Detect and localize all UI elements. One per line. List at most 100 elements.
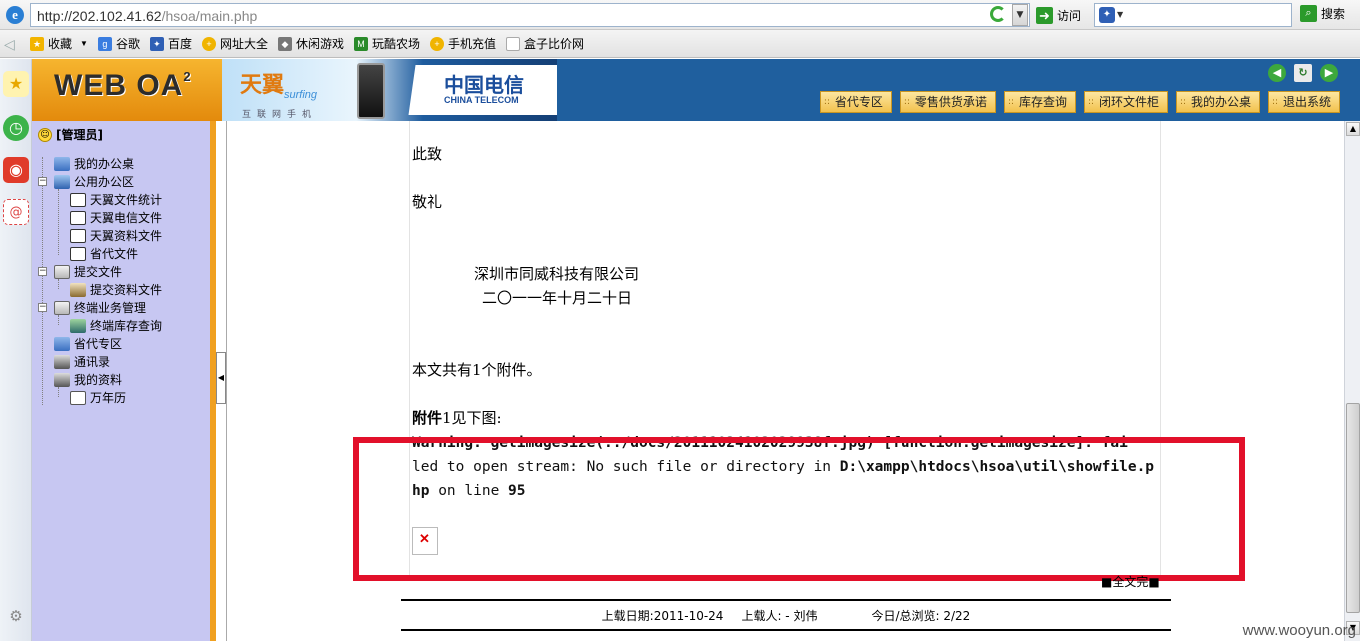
favorite-item[interactable]: + 手机充值	[430, 35, 496, 52]
menu-retail-supply[interactable]: 零售供货承诺	[899, 91, 996, 113]
farm-icon: M	[354, 36, 368, 51]
forward-arrow-icon[interactable]: ▶	[1320, 64, 1338, 82]
phone-icon: +	[430, 36, 445, 51]
baidu-paw-icon: ✦	[1099, 7, 1115, 23]
site-icon: +	[201, 36, 216, 51]
url-path: /hsoa/main.php	[161, 8, 258, 24]
tree-item-contacts[interactable]: 通讯录	[54, 353, 110, 370]
tree-item-tianyi-stats[interactable]: 天翼文件统计	[70, 191, 162, 208]
url-host: http://202.102.41.62	[37, 8, 162, 24]
calendar-icon	[70, 390, 86, 405]
weibo-icon[interactable]: ◉	[3, 157, 29, 183]
history-clock-icon[interactable]: ◷	[3, 115, 29, 141]
gear-icon[interactable]: ⚙	[3, 603, 29, 629]
vertical-scrollbar[interactable]: ▲ ▼	[1344, 121, 1360, 641]
edit-icon	[54, 300, 70, 315]
tree-item-terminal-stock[interactable]: 终端库存查询	[70, 317, 162, 334]
tree-item-calendar[interactable]: 万年历	[70, 389, 126, 406]
sidebar-toggle-icon[interactable]: ◁	[4, 37, 18, 51]
tree-item-my-desk[interactable]: 我的办公桌	[54, 155, 134, 172]
tree-line	[58, 387, 59, 397]
banner-sub: 互联网手机	[242, 110, 318, 120]
browser-logo-icon: e	[6, 6, 24, 24]
full-text-end: ■全文完■	[1101, 575, 1160, 589]
tree-item-submit-files[interactable]: 提交文件	[54, 263, 122, 280]
email-icon[interactable]: @	[3, 199, 29, 225]
nav-tree: ☺ [管理员] − − − 我的办公桌 公用办公区 天翼文件统计 天翼电信文件 …	[32, 121, 216, 641]
folder-icon	[54, 174, 70, 189]
document-meta-bar: 上载日期:2011-10-24 上载人: - 刘伟 今日/总浏览: 2/22	[401, 599, 1171, 631]
favorites-star-icon[interactable]: ★	[3, 71, 29, 97]
search-label: 搜索	[1321, 7, 1346, 21]
menu-provincial-zone[interactable]: 省代专区	[819, 91, 892, 113]
tree-line	[58, 279, 59, 289]
document-pane: 此致 敬礼 深圳市同威科技有限公司 二〇一一年十月二十日 本文共有1个附件。 附…	[226, 121, 1344, 641]
tree-line	[58, 315, 59, 325]
favorites-bar: ◁ ★ 收藏 ▼ g 谷歌 ✦ 百度 + 网址大全 ◆ 休闲游戏 M 玩酷农场 + 手机充值 盒…	[0, 30, 1360, 58]
browser-sidebar: ★ ◷ ◉ @ ⚙	[0, 59, 32, 641]
google-icon: g	[97, 36, 112, 51]
collapse-toggle[interactable]: −	[38, 303, 47, 312]
favorite-item[interactable]: ★ 收藏 ▼	[30, 35, 88, 52]
menu-logout[interactable]: 退出系统	[1267, 91, 1340, 113]
favorite-item[interactable]: g 谷歌	[97, 35, 140, 52]
uploader: 上载人: - 刘伟	[741, 608, 818, 623]
nav-icons: ◀ ↻ ▶	[1268, 64, 1338, 82]
refresh-page-icon[interactable]: ↻	[1294, 64, 1312, 82]
telecom-en: CHINA TELECOM	[444, 95, 519, 105]
refresh-icon[interactable]	[990, 6, 1006, 22]
oa-header: WEB OA2 天翼 surfing 互联网手机 中国电信 CHINA TELE…	[32, 59, 1360, 121]
attachment-count: 本文共有1个附件。	[412, 361, 542, 379]
tree-item-submit-data[interactable]: 提交资料文件	[70, 281, 162, 298]
search-input[interactable]: ✦ ▼	[1094, 3, 1292, 27]
tree-line	[58, 189, 59, 255]
favorite-item[interactable]: 盒子比价网	[506, 35, 584, 52]
menu-file-cabinet[interactable]: 闭环文件柜	[1083, 91, 1168, 113]
users-icon	[70, 318, 86, 333]
banner-brand: 天翼	[240, 72, 285, 97]
search-button[interactable]: ⌕ 搜索	[1300, 5, 1345, 22]
tree-item-tianyi-telecom[interactable]: 天翼电信文件	[70, 209, 162, 226]
letter-date: 二〇一一年十月二十日	[482, 289, 633, 307]
window-icon	[70, 210, 86, 225]
tree-item-my-profile[interactable]: 我的资料	[54, 371, 122, 388]
tree-item-provincial-files[interactable]: 省代文件	[70, 245, 138, 262]
page-icon	[506, 36, 521, 51]
tree-item-terminal-mgmt[interactable]: 终端业务管理	[54, 299, 146, 316]
top-menu: 省代专区 零售供货承诺 库存查询 闭环文件柜 我的办公桌 退出系统	[819, 91, 1340, 113]
tree-item-public-office[interactable]: 公用办公区	[54, 173, 134, 190]
collapse-sidebar-handle[interactable]: ◀	[216, 352, 226, 404]
back-arrow-icon[interactable]: ◀	[1268, 64, 1286, 82]
view-count: 今日/总浏览: 2/22	[871, 608, 971, 623]
menu-stock-query[interactable]: 库存查询	[1003, 91, 1076, 113]
banner-surfing: surfing	[284, 89, 318, 101]
favorite-item[interactable]: ◆ 休闲游戏	[277, 35, 344, 52]
smiley-icon: ☺	[38, 127, 52, 142]
favorite-item[interactable]: ✦ 百度	[149, 35, 192, 52]
go-button[interactable]: ➜ 访问	[1036, 5, 1081, 25]
desktop-icon	[54, 336, 70, 351]
star-icon: ★	[30, 36, 44, 51]
tree-item-provincial-zone[interactable]: 省代专区	[54, 335, 122, 352]
favorite-item[interactable]: M 玩酷农场	[354, 35, 420, 52]
menu-my-desk[interactable]: 我的办公桌	[1175, 91, 1260, 113]
pen-icon	[70, 282, 86, 297]
phone-image	[357, 63, 385, 119]
salutation-1: 此致	[412, 145, 443, 163]
search-icon: ⌕	[1300, 5, 1317, 22]
highlight-box	[353, 437, 1245, 581]
chevron-down-icon[interactable]: ▼	[1117, 10, 1123, 19]
scroll-up-button[interactable]: ▲	[1346, 122, 1360, 136]
window-icon	[70, 246, 86, 261]
upload-date: 上载日期:2011-10-24	[601, 608, 724, 623]
profile-icon	[54, 372, 70, 387]
tree-item-tianyi-data[interactable]: 天翼资料文件	[70, 227, 162, 244]
collapse-toggle[interactable]: −	[38, 177, 47, 186]
attachment-label: 附件1见下图:	[412, 409, 502, 427]
scroll-thumb[interactable]	[1346, 403, 1360, 613]
collapse-toggle[interactable]: −	[38, 267, 47, 276]
watermark: www.wooyun.org	[1242, 622, 1356, 639]
favorite-item[interactable]: + 网址大全	[201, 35, 268, 52]
address-dropdown-button[interactable]: ▼	[1012, 4, 1028, 26]
address-input[interactable]: http://202.102.41.62/hsoa/main.php	[30, 3, 1030, 27]
